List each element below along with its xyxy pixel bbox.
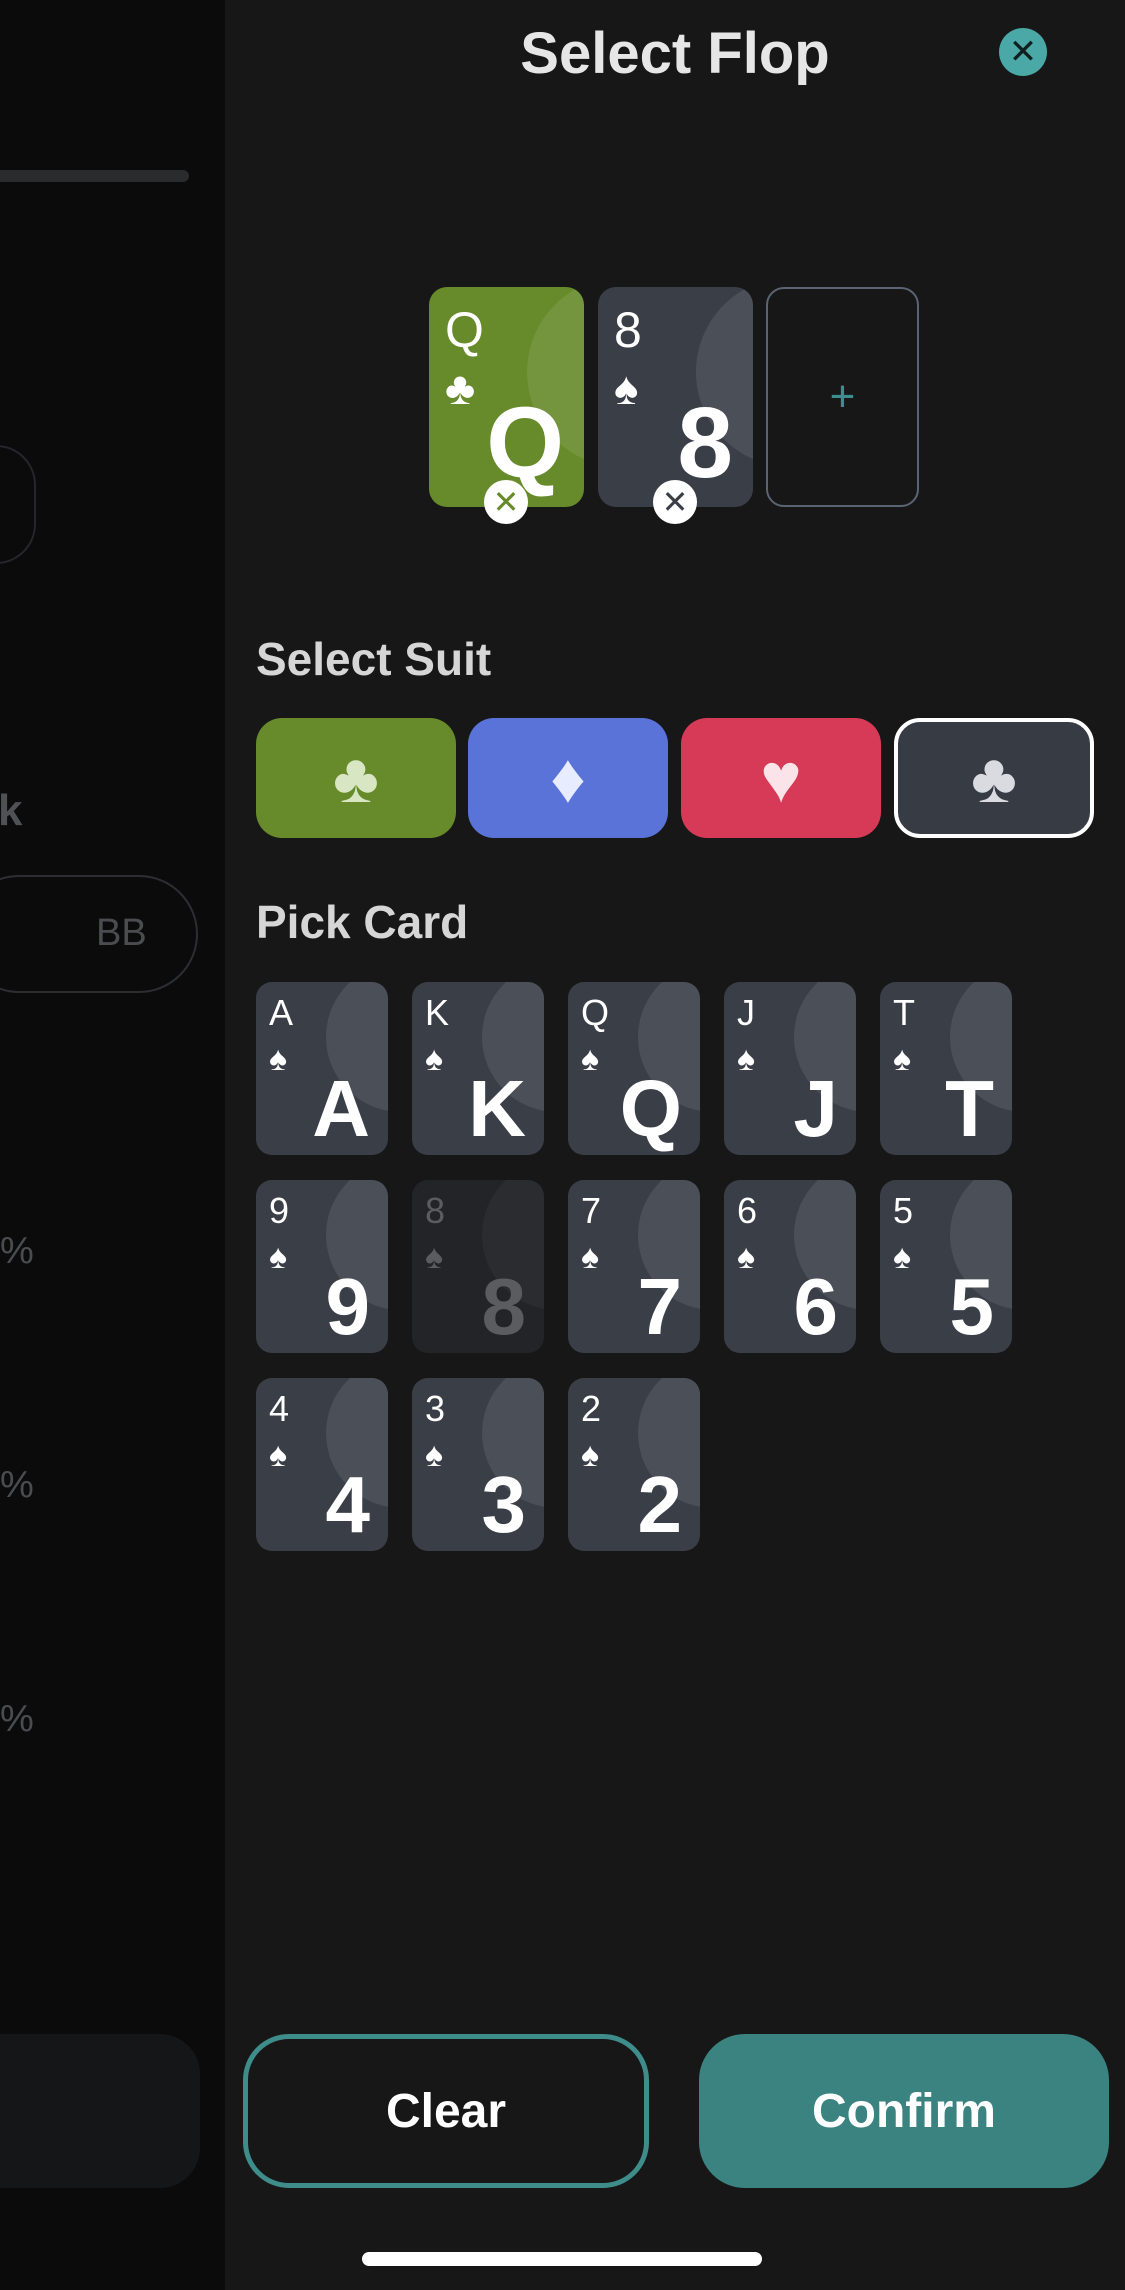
confirm-button[interactable]: Confirm <box>699 2034 1109 2188</box>
background-percent-label: % <box>0 1698 34 1740</box>
card-rank: 2 <box>581 1388 602 1429</box>
spade-icon: ♠ <box>581 1436 600 1474</box>
spade-icon: ♠ <box>269 1238 288 1276</box>
card-rank: 6 <box>737 1190 758 1231</box>
plus-icon: + <box>829 372 856 421</box>
card-Q-spades[interactable]: Q ♠ Q <box>568 982 700 1155</box>
suit-button-hearts[interactable]: ♥ <box>681 718 881 838</box>
card-rank-large: 9 <box>325 1262 371 1351</box>
card-rank: 3 <box>425 1388 446 1429</box>
card-rank-large: 5 <box>949 1262 995 1351</box>
card-rank: K <box>425 992 450 1033</box>
card-rank: 7 <box>581 1190 602 1231</box>
background-screen: k BB % % % <box>0 0 225 2290</box>
card-7-spades[interactable]: 7 ♠ 7 <box>568 1180 700 1353</box>
spade-icon: ♠ <box>581 1040 600 1078</box>
spade-icon: ♠ <box>737 1238 756 1276</box>
card-rank: 5 <box>893 1190 914 1231</box>
card-rank-large: 4 <box>325 1460 371 1549</box>
flop-card-2[interactable]: 8 ♠ 8 <box>598 287 753 507</box>
card-rank-large: 8 <box>677 387 733 499</box>
background-percent-label: % <box>0 1230 34 1272</box>
select-suit-label: Select Suit <box>256 633 492 685</box>
card-rank-large: T <box>945 1064 994 1153</box>
background-progress-bar <box>0 170 189 182</box>
club-icon: ♣ <box>445 362 476 414</box>
card-rank: 4 <box>269 1388 290 1429</box>
card-rank-large: J <box>793 1064 839 1153</box>
background-partial-label: k <box>0 786 23 835</box>
spade-icon: ♠ <box>581 1238 600 1276</box>
card-rank-large: 6 <box>793 1262 839 1351</box>
spade-icon: ♠ <box>893 1238 912 1276</box>
card-9-spades[interactable]: 9 ♠ 9 <box>256 1180 388 1353</box>
spade-icon: ♠ <box>425 1238 444 1276</box>
club-icon: ♣ <box>333 739 379 817</box>
card-rank-large: K <box>468 1064 526 1153</box>
card-rank: 9 <box>269 1190 290 1231</box>
spade-icon: ♠ <box>614 362 639 414</box>
background-button <box>0 2034 200 2188</box>
spade-icon: ♠ <box>269 1436 288 1474</box>
card-6-spades[interactable]: 6 ♠ 6 <box>724 1180 856 1353</box>
close-icon: ✕ <box>661 484 689 520</box>
card-rank: 8 <box>614 302 642 358</box>
card-rank-large: Q <box>619 1064 682 1153</box>
card-3-spades[interactable]: 3 ♠ 3 <box>412 1378 544 1551</box>
card-J-spades[interactable]: J ♠ J <box>724 982 856 1155</box>
card-rank-large: 7 <box>637 1262 683 1351</box>
card-rank: T <box>893 992 915 1033</box>
card-rank: J <box>737 992 755 1033</box>
modal-title: Select Flop <box>520 21 830 86</box>
card-5-spades[interactable]: 5 ♠ 5 <box>880 1180 1012 1353</box>
spade-icon: ♠ <box>269 1040 288 1078</box>
card-rank-large: A <box>312 1064 370 1153</box>
close-button[interactable]: ✕ <box>999 28 1047 76</box>
suit-button-clubs[interactable]: ♣ <box>256 718 456 838</box>
background-pill <box>0 445 36 564</box>
card-K-spades[interactable]: K ♠ K <box>412 982 544 1155</box>
remove-flop-card-1-button[interactable]: ✕ <box>484 480 528 524</box>
close-icon: ✕ <box>1008 33 1038 71</box>
spade-icon: ♠ <box>425 1040 444 1078</box>
card-rank-large: 3 <box>481 1460 527 1549</box>
background-bb-unit: BB <box>96 912 147 954</box>
close-icon: ✕ <box>492 484 520 520</box>
diamond-icon: ♦ <box>550 739 586 817</box>
card-T-spades[interactable]: T ♠ T <box>880 982 1012 1155</box>
spade-icon: ♠ <box>425 1436 444 1474</box>
card-rank-large: Q <box>486 387 564 499</box>
background-percent-label: % <box>0 1464 34 1506</box>
remove-flop-card-2-button[interactable]: ✕ <box>653 480 697 524</box>
club-icon: ♣ <box>971 739 1017 817</box>
card-2-spades[interactable]: 2 ♠ 2 <box>568 1378 700 1551</box>
empty-flop-slot[interactable]: + <box>766 287 919 507</box>
select-flop-modal: Select Flop ✕ Q ♣ Q ✕ 8 ♠ 8 ✕ + Select S… <box>225 0 1125 2290</box>
card-rank-large: 2 <box>637 1460 683 1549</box>
clear-button[interactable]: Clear <box>243 2034 649 2188</box>
card-rank: A <box>269 992 294 1033</box>
suit-button-diamonds[interactable]: ♦ <box>468 718 668 838</box>
card-rank: Q <box>445 302 484 358</box>
spade-icon: ♠ <box>893 1040 912 1078</box>
spade-icon: ♠ <box>737 1040 756 1078</box>
pick-card-label: Pick Card <box>256 896 469 948</box>
heart-icon: ♥ <box>760 739 802 817</box>
card-A-spades[interactable]: A ♠ A <box>256 982 388 1155</box>
home-indicator[interactable] <box>362 2252 762 2266</box>
card-8-spades-disabled: 8 ♠ 8 <box>412 1180 544 1353</box>
card-4-spades[interactable]: 4 ♠ 4 <box>256 1378 388 1551</box>
card-rank: 8 <box>425 1190 446 1231</box>
card-rank-large: 8 <box>481 1262 527 1351</box>
suit-button-spades[interactable]: ♣ <box>894 718 1094 838</box>
card-rank: Q <box>581 992 610 1033</box>
flop-card-1[interactable]: Q ♣ Q <box>429 287 584 507</box>
